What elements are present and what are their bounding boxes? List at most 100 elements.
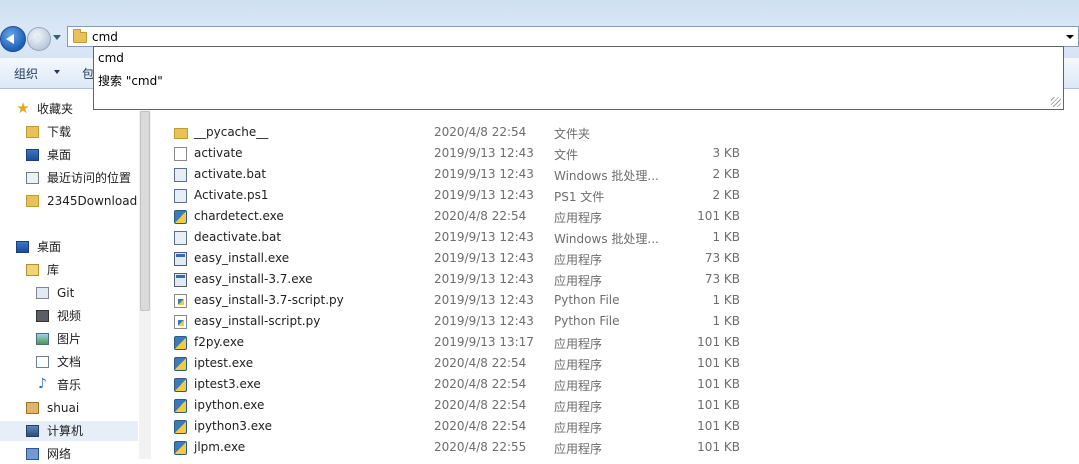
file-size: 73 KB: [704, 272, 740, 286]
python-exe-icon: [174, 441, 187, 455]
file-name: deactivate.bat: [194, 230, 282, 244]
nav-videos[interactable]: 视频: [0, 306, 138, 326]
file-date: 2020/4/8 22:54: [434, 356, 527, 370]
file-row[interactable]: iptest.exe 2020/4/8 22:54 应用程序 101 KB: [166, 353, 926, 374]
nav-documents[interactable]: 文档: [0, 352, 138, 372]
suggestion-item[interactable]: 搜索 "cmd": [98, 72, 163, 89]
nav-2345downloads[interactable]: 2345Downloads: [0, 191, 138, 211]
file-size: 73 KB: [704, 251, 740, 265]
file-size: 2 KB: [712, 188, 740, 202]
music-library-icon: ♪: [38, 376, 47, 392]
file-date: 2019/9/13 12:43: [434, 188, 534, 202]
file-size: 2 KB: [712, 167, 740, 181]
user-folder-icon: [26, 402, 39, 414]
navigation-pane-scrollbar[interactable]: [139, 89, 151, 459]
file-date: 2019/9/13 13:17: [434, 335, 534, 349]
back-button[interactable]: [0, 26, 26, 52]
file-row[interactable]: activate.bat 2019/9/13 12:43 Windows 批处理…: [166, 164, 926, 185]
file-date: 2019/9/13 12:43: [434, 167, 534, 181]
nav-network[interactable]: 网络: [0, 444, 138, 464]
folder-icon: [174, 128, 188, 139]
forward-button[interactable]: [27, 27, 51, 51]
nav-desktop[interactable]: 桌面: [0, 145, 138, 165]
file-row[interactable]: activate 2019/9/13 12:43 文件 3 KB: [166, 143, 926, 164]
file-name: ipython.exe: [194, 398, 265, 412]
file-size: 1 KB: [712, 230, 740, 244]
python-exe-icon: [174, 378, 187, 392]
file-date: 2020/4/8 22:54: [434, 125, 527, 139]
file-size: 101 KB: [697, 209, 740, 223]
library-icon: [26, 264, 39, 276]
file-name: f2py.exe: [194, 335, 244, 349]
recent-pages-chevron-down-icon[interactable]: [53, 35, 61, 40]
file-date: 2019/9/13 12:43: [434, 146, 534, 160]
nav-git[interactable]: Git: [0, 283, 138, 303]
file-size: 3 KB: [712, 146, 740, 160]
file-row[interactable]: iptest3.exe 2020/4/8 22:54 应用程序 101 KB: [166, 374, 926, 395]
address-dropdown-chevron-down-icon[interactable]: [1066, 35, 1074, 39]
file-size: 1 KB: [712, 314, 740, 328]
organize-button[interactable]: 组织: [14, 65, 38, 82]
file-name: easy_install.exe: [194, 251, 290, 265]
file-list: __pycache__ 2020/4/8 22:54 文件夹 activate …: [152, 89, 1079, 459]
file-row[interactable]: easy_install-3.7.exe 2019/9/13 12:43 应用程…: [166, 269, 926, 290]
folder-icon: [73, 29, 87, 43]
file-date: 2020/4/8 22:54: [434, 377, 527, 391]
suggestion-item[interactable]: cmd: [98, 51, 124, 65]
nav-pictures[interactable]: 图片: [0, 329, 138, 349]
application-icon: [174, 252, 187, 266]
python-exe-icon: [174, 336, 187, 350]
pictures-library-icon: [36, 333, 49, 345]
organize-chevron-down-icon[interactable]: [54, 70, 60, 74]
nav-user-shuai[interactable]: shuai: [0, 398, 138, 418]
nav-libraries[interactable]: 库: [0, 260, 138, 280]
file-name: activate.bat: [194, 167, 267, 181]
resize-grip-icon[interactable]: [1051, 97, 1061, 107]
file-name: iptest3.exe: [194, 377, 261, 391]
file-row[interactable]: Activate.ps1 2019/9/13 12:43 PS1 文件 2 KB: [166, 185, 926, 206]
file-icon: [174, 147, 187, 161]
python-exe-icon: [174, 357, 187, 371]
file-name: ipython3.exe: [194, 419, 273, 433]
nav-desktop-root[interactable]: 桌面: [0, 237, 138, 257]
file-row[interactable]: chardetect.exe 2020/4/8 22:54 应用程序 101 K…: [166, 206, 926, 227]
python-exe-icon: [174, 399, 187, 413]
file-date: 2020/4/8 22:54: [434, 419, 527, 433]
address-bar[interactable]: [67, 26, 1079, 47]
file-date: 2020/4/8 22:54: [434, 209, 527, 223]
file-size: 1 KB: [712, 293, 740, 307]
file-row[interactable]: easy_install-script.py 2019/9/13 12:43 P…: [166, 311, 926, 332]
address-suggestions: cmd 搜索 "cmd": [93, 46, 1064, 110]
file-size: 101 KB: [697, 398, 740, 412]
download-folder-icon: [26, 126, 39, 138]
file-row[interactable]: easy_install.exe 2019/9/13 12:43 应用程序 73…: [166, 248, 926, 269]
file-date: 2019/9/13 12:43: [434, 314, 534, 328]
file-name: easy_install-3.7.exe: [194, 272, 313, 286]
documents-library-icon: [36, 356, 49, 368]
file-row[interactable]: ipython.exe 2020/4/8 22:54 应用程序 101 KB: [166, 395, 926, 416]
file-row[interactable]: __pycache__ 2020/4/8 22:54 文件夹: [166, 122, 926, 143]
address-input[interactable]: [92, 29, 1052, 44]
file-row[interactable]: jlpm.exe 2020/4/8 22:55 应用程序 101 KB: [166, 437, 926, 458]
star-icon: ★: [16, 99, 30, 117]
file-row[interactable]: f2py.exe 2019/9/13 13:17 应用程序 101 KB: [166, 332, 926, 353]
file-date: 2020/4/8 22:55: [434, 440, 527, 454]
file-date: 2019/9/13 12:43: [434, 293, 534, 307]
python-exe-icon: [174, 210, 187, 224]
network-icon: [26, 448, 39, 460]
file-row[interactable]: easy_install-3.7-script.py 2019/9/13 12:…: [166, 290, 926, 311]
file-size: 101 KB: [697, 377, 740, 391]
batch-file-icon: [174, 168, 187, 182]
batch-file-icon: [174, 231, 187, 245]
file-row[interactable]: deactivate.bat 2019/9/13 12:43 Windows 批…: [166, 227, 926, 248]
desktop-icon: [16, 241, 29, 253]
file-size: 101 KB: [697, 419, 740, 433]
file-row[interactable]: ipython3.exe 2020/4/8 22:54 应用程序 101 KB: [166, 416, 926, 437]
nav-computer[interactable]: 计算机: [0, 421, 138, 441]
file-date: 2019/9/13 12:43: [434, 272, 534, 286]
nav-recent-places[interactable]: 最近访问的位置: [0, 168, 138, 188]
nav-music[interactable]: ♪ 音乐: [0, 375, 138, 395]
scrollbar-thumb[interactable]: [140, 111, 150, 311]
application-icon: [174, 273, 187, 287]
nav-downloads[interactable]: 下载: [0, 122, 138, 142]
